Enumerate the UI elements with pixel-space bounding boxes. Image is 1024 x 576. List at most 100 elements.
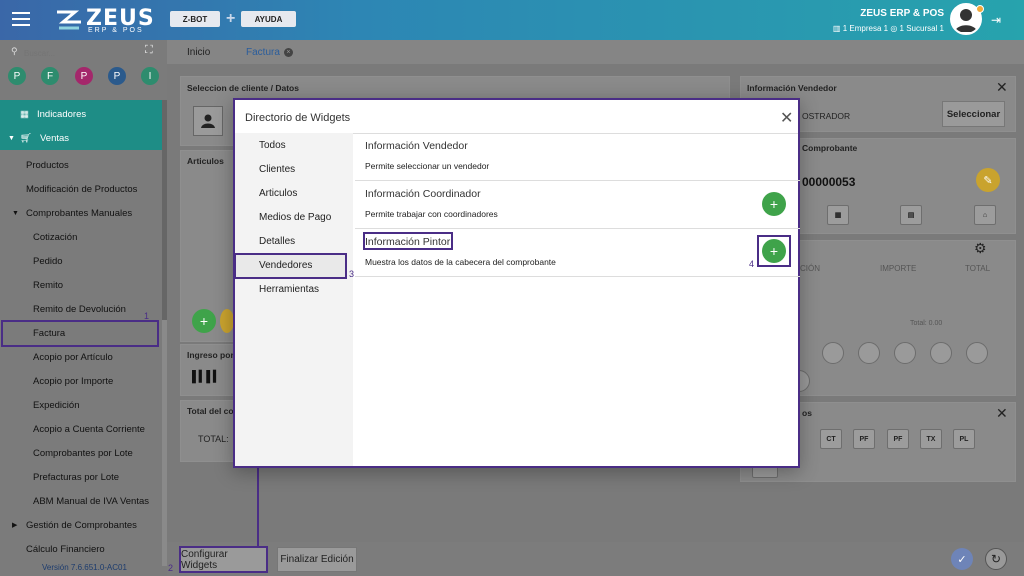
ayuda-button[interactable]: AYUDA [241, 11, 296, 27]
tab-inicio[interactable]: Inicio [187, 40, 210, 64]
sidebar-label: Acopio por Artículo [33, 351, 113, 363]
close-icon[interactable]: × [283, 47, 293, 57]
plus-icon: + [226, 10, 236, 27]
tab-factura[interactable]: Factura × [246, 40, 293, 64]
zbot-button[interactable]: Z-BOT [170, 11, 220, 27]
widget-title: Información Coordinador [365, 188, 481, 200]
close-icon[interactable]: ✕ [996, 405, 1008, 422]
bank-icon[interactable] [894, 342, 916, 364]
sidebar-item[interactable]: Cotización [0, 225, 160, 249]
cart-icon: 🛒︎ [19, 132, 32, 144]
quick-circle-2[interactable]: F [41, 67, 59, 85]
pf-red-icon[interactable]: PF [887, 429, 909, 449]
sidebar-label: Ventas [40, 132, 70, 144]
ct-icon[interactable]: CT [820, 429, 842, 449]
sidebar-item[interactable]: ▶ Gestión de Comprobantes [0, 513, 160, 537]
category-todos[interactable]: Todos [259, 140, 286, 151]
annotation-1: 1 [144, 311, 150, 321]
sidebar-item[interactable]: Modificación de Productos [0, 177, 160, 201]
sidebar-item[interactable]: Acopio por Artículo [0, 345, 160, 369]
add-widget-button[interactable]: + [762, 192, 786, 216]
menu-icon[interactable] [12, 12, 30, 26]
sidebar-item[interactable]: Cálculo Financiero [0, 537, 160, 561]
user-search-button[interactable] [193, 106, 223, 136]
category-clientes[interactable]: Clientes [259, 164, 295, 175]
barcode-icon[interactable]: ▌▍▌▍ [192, 370, 221, 383]
edit-articulo-button[interactable] [220, 309, 234, 333]
category-vendedores[interactable]: Vendedores [259, 260, 312, 271]
sidebar-item[interactable]: ▼ Comprobantes Manuales [0, 201, 160, 225]
sidebar-item[interactable]: Remito de Devolución [0, 297, 160, 321]
sidebar-item[interactable]: Acopio a Cuenta Corriente [0, 417, 160, 441]
card-icon[interactable] [858, 342, 880, 364]
search-input[interactable] [10, 47, 130, 59]
close-icon[interactable]: ✕ [996, 79, 1008, 96]
sidebar-item[interactable]: Remito [0, 273, 160, 297]
sidebar-item-indicadores[interactable]: ▦ Indicadores [20, 102, 180, 126]
quick-circle-4[interactable]: P [108, 67, 126, 85]
sidebar-item[interactable]: Pedido [0, 249, 160, 273]
category-herramientas[interactable]: Herramientas [259, 284, 319, 295]
pencil-icon[interactable]: ✎ [976, 168, 1000, 192]
chevron-right-icon: ▶ [12, 522, 18, 529]
coins-icon[interactable] [930, 342, 952, 364]
sidebar-item[interactable]: Productos [0, 153, 160, 177]
add-widget-button[interactable]: + [762, 239, 786, 263]
col-concepto: CIÓN [800, 264, 820, 273]
wallet-icon[interactable] [822, 342, 844, 364]
comprobante-number: 00000053 [802, 175, 856, 189]
chevron-down-icon: ▼ [8, 134, 15, 142]
category-medios-de-pago[interactable]: Medios de Pago [259, 212, 331, 223]
col-total: TOTAL [965, 264, 991, 273]
document-icon[interactable]: ▤ [900, 205, 922, 225]
connector-line [257, 466, 259, 548]
widget-desc: Muestra los datos de la cabecera del com… [365, 257, 556, 267]
pl-icon[interactable]: PL [953, 429, 975, 449]
total-label: TOTAL: [198, 434, 229, 444]
check-icon[interactable]: ✓ [951, 548, 973, 570]
quick-circle-5[interactable]: I [141, 67, 159, 85]
cliente-header: Seleccion de cliente / Datos [187, 83, 299, 93]
widget-directory-modal: Directorio de Widgets ✕ Todos Clientes A… [233, 98, 800, 468]
sidebar-label: Productos [26, 159, 69, 171]
cash-icon[interactable] [966, 342, 988, 364]
sidebar-label: Comprobantes Manuales [26, 207, 133, 219]
sidebar-item[interactable]: Prefacturas por Lote [0, 465, 160, 489]
fullscreen-icon[interactable]: ⛶ [145, 44, 153, 57]
sucursal-label: 1 Sucursal 1 [899, 24, 944, 33]
annotation-2: 2 [168, 563, 174, 573]
logout-icon[interactable]: ⇥ [991, 13, 1001, 27]
store-icon[interactable]: ⌂ [974, 205, 996, 225]
tab-label: Factura [246, 46, 280, 58]
zeus-logo-icon [57, 10, 81, 30]
quick-circle-3[interactable]: P [75, 67, 93, 85]
sidebar-label: Prefacturas por Lote [33, 471, 120, 483]
empresa-sucursal[interactable]: ▥ 1 Empresa 1 ◎ 1 Sucursal 1 [810, 24, 944, 33]
sidebar-item[interactable]: Comprobantes por Lote [0, 441, 160, 465]
configurar-widgets-button[interactable]: Configurar Widgets [179, 546, 268, 573]
refresh-icon[interactable]: ↻ [985, 548, 1007, 570]
highlight-factura [1, 320, 159, 347]
gear-icon[interactable]: ⚙ [974, 240, 987, 257]
widget-row: Información Pintor Muestra los datos de … [355, 229, 800, 277]
sidebar-item-ventas[interactable]: ▼ 🛒︎ Ventas [8, 126, 168, 150]
widget-title: Información Pintor [365, 236, 451, 248]
sidebar-label: Indicadores [36, 108, 87, 120]
widget-title: Información Vendedor [365, 140, 468, 152]
sidebar-item[interactable]: ABM Manual de IVA Ventas [0, 489, 160, 513]
user-icon [201, 114, 215, 128]
vendedor-header: Información Vendedor [747, 83, 837, 93]
add-articulo-button[interactable]: + [192, 309, 216, 333]
finalizar-edicion-button[interactable]: Finalizar Edición [277, 547, 357, 572]
calendar-icon[interactable]: ▦ [827, 205, 849, 225]
sidebar-item[interactable]: Acopio por Importe [0, 369, 160, 393]
seleccionar-button[interactable]: Seleccionar [942, 101, 1005, 127]
pf-green-icon[interactable]: PF [853, 429, 875, 449]
category-detalles[interactable]: Detalles [259, 236, 295, 247]
category-articulos[interactable]: Articulos [259, 188, 297, 199]
category-list [235, 133, 353, 466]
tx-icon[interactable]: TX [920, 429, 942, 449]
quick-circle-1[interactable]: P [8, 67, 26, 85]
close-icon[interactable]: ✕ [780, 108, 793, 128]
sidebar-item[interactable]: Expedición [0, 393, 160, 417]
